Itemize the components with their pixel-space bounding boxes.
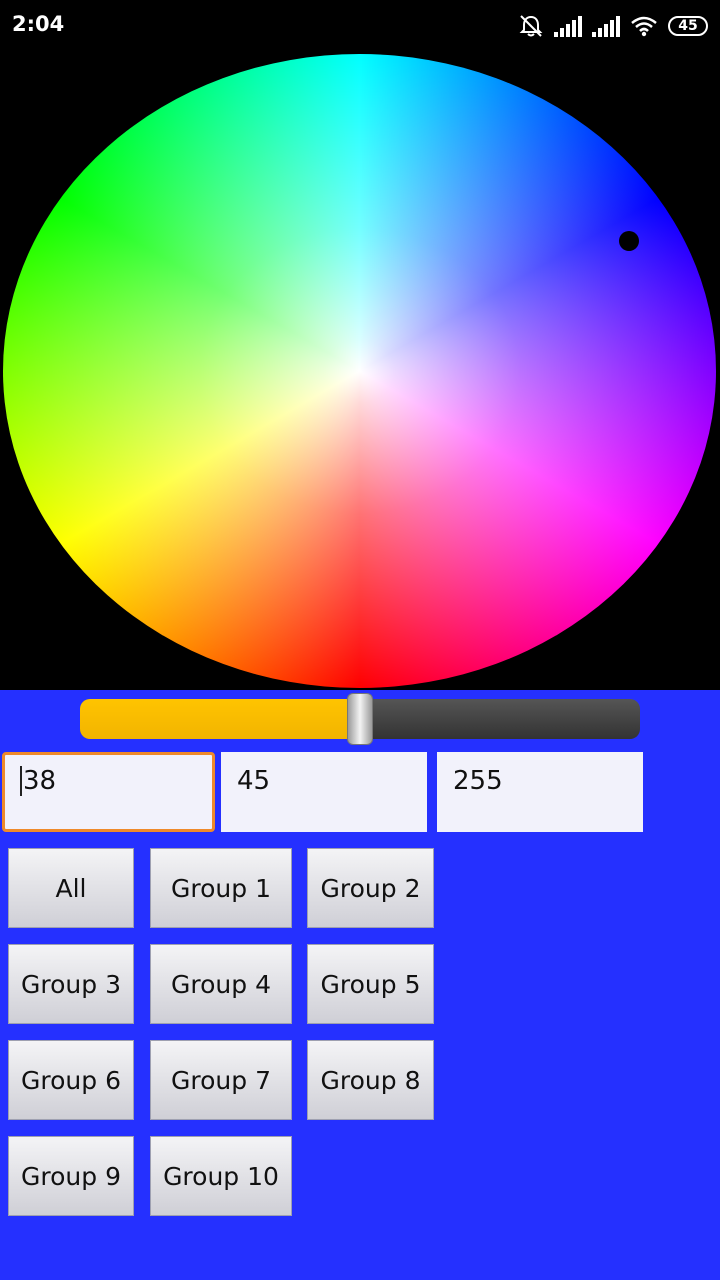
blue-value-input[interactable]: 255 (437, 752, 643, 832)
status-icons: 45 (518, 12, 708, 40)
notifications-off-icon (518, 14, 544, 38)
signal-icon (554, 15, 582, 37)
group-10-button[interactable]: Group 10 (150, 1136, 292, 1216)
group-5-button[interactable]: Group 5 (307, 944, 434, 1024)
slider-thumb[interactable] (347, 693, 373, 745)
slider-fill (80, 699, 360, 739)
all-button[interactable]: All (8, 848, 134, 928)
brightness-slider[interactable] (80, 693, 640, 745)
signal-icon (592, 15, 620, 37)
red-value-input[interactable]: 38 (2, 752, 215, 832)
status-bar: 2:04 45 (0, 0, 720, 52)
red-value: 38 (23, 766, 57, 796)
green-value-input[interactable]: 45 (221, 752, 427, 832)
color-wheel-handle[interactable] (619, 231, 639, 251)
green-value: 45 (237, 766, 271, 796)
group-4-button[interactable]: Group 4 (150, 944, 292, 1024)
group-2-button[interactable]: Group 2 (307, 848, 434, 928)
color-wheel[interactable] (3, 54, 716, 688)
color-wheel-area (0, 52, 720, 690)
group-3-button[interactable]: Group 3 (8, 944, 134, 1024)
battery-level: 45 (678, 18, 698, 34)
wifi-icon (630, 15, 658, 37)
group-1-button[interactable]: Group 1 (150, 848, 292, 928)
text-cursor (20, 766, 22, 796)
battery-icon: 45 (668, 16, 708, 36)
group-6-button[interactable]: Group 6 (8, 1040, 134, 1120)
status-time: 2:04 (12, 12, 65, 36)
blue-value: 255 (453, 766, 503, 796)
group-8-button[interactable]: Group 8 (307, 1040, 434, 1120)
group-7-button[interactable]: Group 7 (150, 1040, 292, 1120)
group-9-button[interactable]: Group 9 (8, 1136, 134, 1216)
